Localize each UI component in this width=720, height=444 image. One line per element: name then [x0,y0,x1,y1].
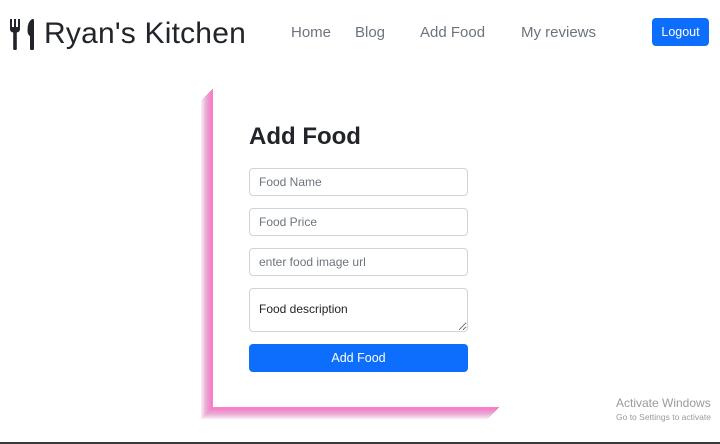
nav-link-home[interactable]: Home [291,22,331,44]
food-description-textarea[interactable] [249,288,468,332]
brand[interactable]: Ryan's Kitchen [9,14,246,54]
add-food-submit-button[interactable]: Add Food [249,344,468,372]
food-name-input[interactable] [249,168,468,196]
brand-title: Ryan's Kitchen [44,17,246,50]
food-price-input[interactable] [249,208,468,236]
navbar: Ryan's Kitchen Home Blog Add Food My rev… [0,0,720,66]
watermark-title: Activate Windows [616,396,711,410]
activate-windows-watermark: Activate Windows Go to Settings to activ… [616,396,711,423]
nav-link-add-food[interactable]: Add Food [420,22,485,44]
nav-link-my-reviews[interactable]: My reviews [521,22,596,44]
add-food-form: Add Food Add Food [213,88,500,407]
form-title: Add Food [249,123,361,150]
food-image-url-input[interactable] [249,248,468,276]
fork-knife-icon [9,17,39,51]
nav-link-blog[interactable]: Blog [355,22,385,44]
watermark-subtitle: Go to Settings to activate [616,412,711,422]
logout-button[interactable]: Logout [652,18,709,46]
